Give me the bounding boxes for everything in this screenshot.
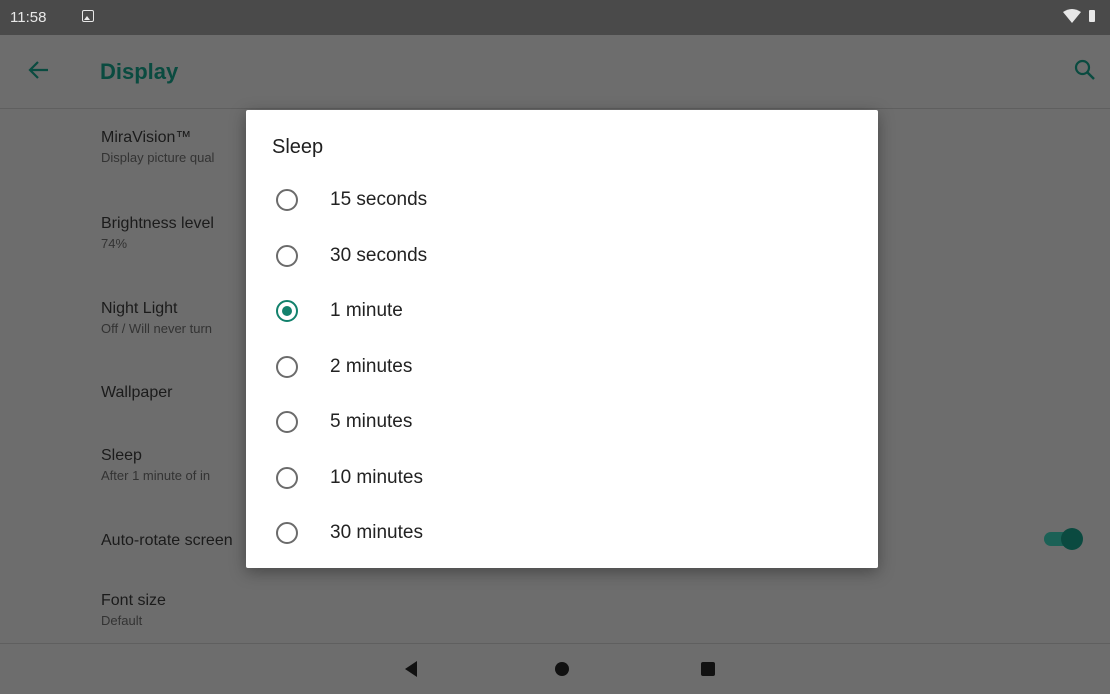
radio-button[interactable]: [276, 245, 298, 267]
status-time: 11:58: [10, 9, 47, 26]
radio-button[interactable]: [276, 356, 298, 378]
setting-night-light[interactable]: Night Light Off / Will never turn: [101, 300, 212, 336]
auto-rotate-toggle[interactable]: [1042, 527, 1084, 551]
option-label: 1 minute: [330, 300, 403, 321]
setting-title: MiraVision™: [101, 129, 192, 146]
nav-back-icon[interactable]: [405, 661, 417, 677]
nav-recents-icon[interactable]: [701, 662, 715, 676]
toggle-thumb: [1061, 528, 1083, 550]
setting-wallpaper[interactable]: Wallpaper: [101, 384, 172, 402]
option-15-seconds[interactable]: 15 seconds: [246, 175, 878, 225]
radio-button[interactable]: [276, 467, 298, 489]
wifi-icon: [1063, 9, 1081, 23]
radio-button[interactable]: [276, 189, 298, 211]
radio-button-checked[interactable]: [276, 300, 298, 322]
status-bar: 11:58: [0, 0, 1110, 35]
setting-summary: Display picture qual: [101, 150, 215, 165]
setting-title: Auto-rotate screen: [101, 532, 233, 549]
setting-summary: Off / Will never turn: [101, 321, 213, 336]
option-1-minute[interactable]: 1 minute: [246, 286, 878, 336]
setting-title: Wallpaper: [101, 384, 173, 401]
option-label: 30 seconds: [330, 245, 428, 266]
setting-summary: Default: [101, 613, 143, 628]
setting-auto-rotate[interactable]: Auto-rotate screen: [101, 532, 233, 550]
setting-title: Night Light: [101, 300, 178, 317]
setting-title: Brightness level: [101, 215, 214, 232]
nav-home-icon[interactable]: [555, 662, 569, 676]
option-10-minutes[interactable]: 10 minutes: [246, 453, 878, 503]
setting-summary: 74%: [101, 236, 128, 251]
setting-font-size[interactable]: Font size Default: [101, 592, 166, 628]
setting-summary: After 1 minute of in: [101, 468, 211, 483]
sleep-dialog: Sleep 15 seconds 30 seconds 1 minute 2 m…: [246, 110, 878, 568]
setting-title: Font size: [101, 592, 166, 609]
option-30-minutes[interactable]: 30 minutes: [246, 508, 878, 558]
option-5-minutes[interactable]: 5 minutes: [246, 397, 878, 447]
setting-brightness[interactable]: Brightness level 74%: [101, 215, 214, 251]
setting-miravision[interactable]: MiraVision™ Display picture qual: [101, 129, 214, 165]
dialog-title: Sleep: [272, 136, 324, 158]
option-label: 2 minutes: [330, 356, 413, 377]
image-notification-icon: [82, 10, 94, 22]
option-label: 15 seconds: [330, 189, 428, 210]
radio-button[interactable]: [276, 522, 298, 544]
setting-title: Sleep: [101, 447, 142, 464]
option-30-seconds[interactable]: 30 seconds: [246, 231, 878, 281]
radio-button[interactable]: [276, 411, 298, 433]
navigation-bar: [0, 643, 1110, 694]
page-title: Display: [100, 59, 179, 84]
setting-sleep[interactable]: Sleep After 1 minute of in: [101, 447, 210, 483]
option-label: 10 minutes: [330, 467, 423, 488]
battery-icon: [1089, 10, 1095, 22]
arrow-left-icon[interactable]: [28, 59, 50, 81]
search-icon[interactable]: [1074, 59, 1096, 81]
option-label: 5 minutes: [330, 411, 413, 432]
option-2-minutes[interactable]: 2 minutes: [246, 342, 878, 392]
app-bar: Display: [0, 35, 1110, 109]
option-label: 30 minutes: [330, 522, 423, 543]
